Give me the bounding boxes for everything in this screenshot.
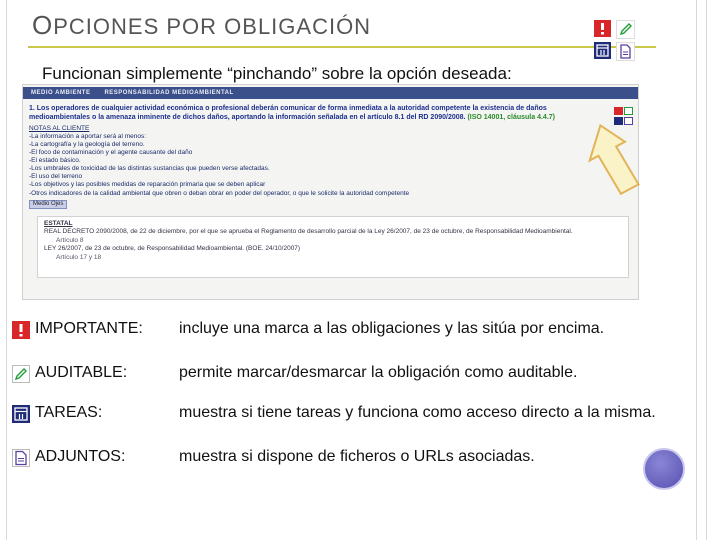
panel-line[interactable]: REAL DECRETO 2090/2008, de 22 de diciemb…: [44, 228, 622, 236]
note-line: -Los objetivos y las posibles medidas de…: [29, 181, 266, 189]
embedded-app-screenshot: MEDIO AMBIENTE RESPONSABILIDAD MEDIOAMBI…: [22, 84, 639, 300]
exclamation-icon: [12, 321, 30, 339]
legend-description: muestra si dispone de ficheros o URLs as…: [179, 448, 535, 465]
legend-description: permite marcar/desmarcar la obligación c…: [179, 364, 578, 381]
panel-line: Artículo 17 y 18: [56, 253, 102, 261]
exclamation-icon[interactable]: [614, 107, 623, 115]
pencil-icon: [12, 365, 30, 383]
note-line: -El foco de contaminación y el agente ca…: [29, 148, 193, 156]
app-tab-medio-ambiente[interactable]: MEDIO AMBIENTE: [31, 90, 90, 96]
title-rule: [28, 46, 656, 48]
panel-line[interactable]: LEY 26/2007, de 23 de octubre, de Respon…: [44, 245, 622, 253]
slide-subtitle: Funcionan simplemente “pinchando” sobre …: [42, 64, 512, 83]
document-icon: [12, 449, 30, 467]
panel-line: Artículo 8: [56, 236, 84, 244]
legend-row-importante: IMPORTANTE: incluye una marca a las obli…: [12, 318, 702, 342]
slide-border-left: [6, 0, 7, 540]
pencil-icon[interactable]: [624, 107, 633, 115]
pointer-arrow: [587, 123, 640, 196]
pencil-icon[interactable]: [616, 20, 635, 39]
app-tab-bar: MEDIO AMBIENTE RESPONSABILIDAD MEDIOAMBI…: [23, 87, 638, 99]
legend-row-auditable: AUDITABLE: permite marcar/desmarcar la o…: [12, 362, 702, 386]
calendar-icon: [12, 405, 30, 423]
slide-title-initial: O: [32, 10, 54, 40]
slide-title-rest: PCIONES POR OBLIGACIÓN: [53, 14, 372, 39]
legend-row-tareas: TAREAS: muestra si tiene tareas y funcio…: [12, 402, 702, 426]
obligation-block: 1. Los operadores de cualquier actividad…: [29, 105, 619, 210]
legislation-panel: ESTATAL REAL DECRETO 2090/2008, de 22 de…: [37, 216, 629, 278]
document-icon[interactable]: [616, 42, 635, 61]
legend-row-adjuntos: ADJUNTOS: muestra si dispone de ficheros…: [12, 446, 702, 470]
slide-title: OPCIONES POR OBLIGACIÓN: [32, 10, 371, 41]
note-line: -El uso del terreno: [29, 173, 83, 181]
legend-description: muestra si tiene tareas y funciona como …: [179, 404, 656, 421]
legend-name: IMPORTANTE:: [35, 320, 143, 337]
legend-description: incluye una marca a las obligaciones y l…: [179, 320, 605, 337]
note-line: -El estado básico.: [29, 157, 81, 164]
slide-border-right-2: [706, 0, 707, 540]
note-line: -Los umbrales de toxicidad de las distin…: [29, 165, 270, 173]
note-line: -Otros indicadores de la calidad ambient…: [29, 189, 410, 197]
legend-name: AUDITABLE:: [35, 364, 128, 381]
obligation-text[interactable]: 1. Los operadores de cualquier actividad…: [29, 105, 604, 123]
app-tab-responsabilidad[interactable]: RESPONSABILIDAD MEDIOAMBIENTAL: [104, 90, 233, 96]
legend-name: ADJUNTOS:: [35, 448, 126, 465]
note-line: -La información a aportar será al menos:: [29, 132, 147, 140]
note-line: -La cartografía y la geología del terren…: [29, 140, 145, 148]
obligation-refs: (ISO 14001, cláusula 4.4.7): [467, 113, 555, 121]
panel-title: ESTATAL: [44, 220, 73, 227]
legend-name: TAREAS:: [35, 404, 103, 421]
more-button[interactable]: Medio Ojes: [29, 199, 68, 210]
notes-label: NOTAS AL CLIENTE: [29, 124, 90, 132]
exclamation-icon[interactable]: [594, 20, 611, 37]
calendar-icon[interactable]: [594, 42, 611, 59]
slide-decoration-orb: [643, 448, 685, 490]
